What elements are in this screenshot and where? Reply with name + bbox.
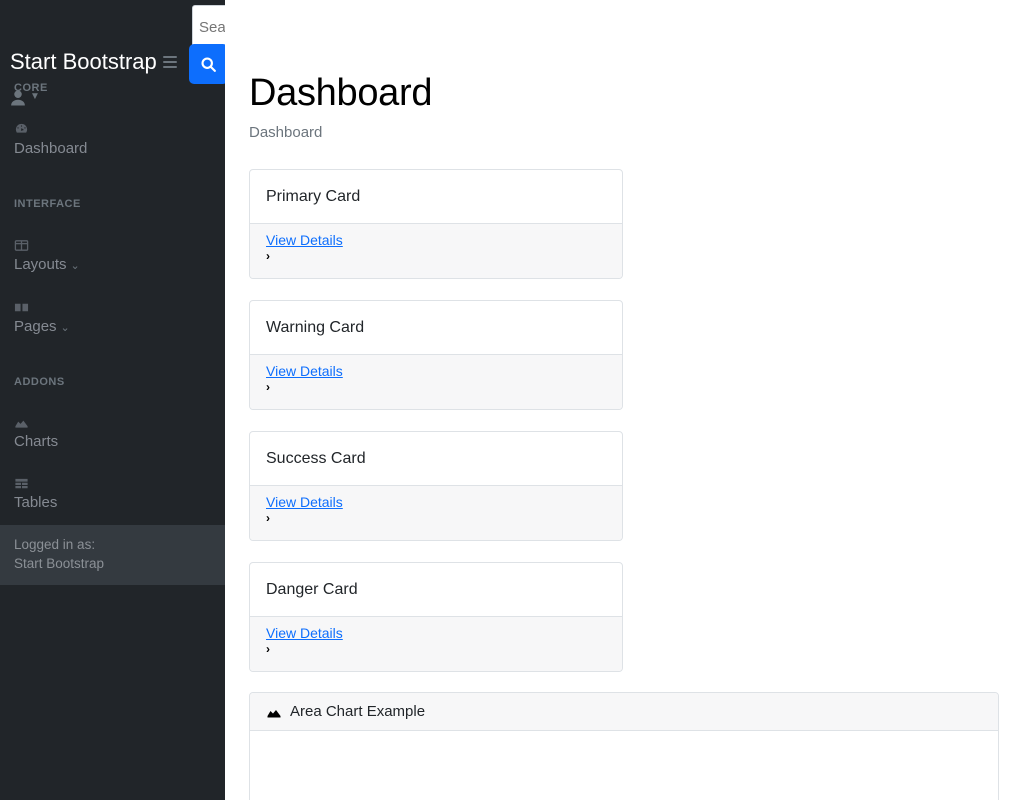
breadcrumb: Dashboard xyxy=(249,124,322,141)
chevron-down-icon: ⌄ xyxy=(61,319,70,337)
sidebar: Start Bootstrap ▼ Core Dashboard Interfa… xyxy=(0,0,225,800)
card-body: Primary Card xyxy=(250,170,622,223)
hamburger-bar xyxy=(163,61,177,63)
chart-area-icon xyxy=(14,415,214,431)
search-icon xyxy=(200,56,217,73)
area-chart-card-title: Area Chart Example xyxy=(290,703,425,720)
chevron-right-icon[interactable]: › xyxy=(266,248,606,265)
card-title: Warning Card xyxy=(266,317,606,338)
book-open-icon xyxy=(14,300,214,316)
sidebar-item-label: Dashboard xyxy=(14,140,87,157)
card-body: Danger Card xyxy=(250,563,622,616)
card-title: Success Card xyxy=(266,448,606,469)
card-warning: Warning Card View Details › xyxy=(249,300,623,410)
sidebar-item-charts[interactable]: Charts xyxy=(14,415,214,451)
chart-area-icon xyxy=(266,704,282,720)
sidebar-item-tables[interactable]: Tables xyxy=(14,476,214,512)
area-chart-card-body xyxy=(250,731,998,800)
logged-in-label: Logged in as: xyxy=(14,535,211,554)
card-footer: View Details › xyxy=(250,354,622,409)
page-title: Dashboard xyxy=(249,72,432,115)
chevron-right-icon[interactable]: › xyxy=(266,379,606,396)
hamburger-bar xyxy=(163,56,177,58)
sidebar-footer: Logged in as: Start Bootstrap xyxy=(0,525,225,585)
hamburger-icon[interactable] xyxy=(163,56,177,70)
hamburger-bar xyxy=(163,66,177,68)
card-title: Danger Card xyxy=(266,579,606,600)
table-icon xyxy=(14,476,214,492)
sidebar-item-layouts[interactable]: Layouts⌄ xyxy=(14,238,214,275)
columns-icon xyxy=(14,238,214,254)
chevron-down-icon: ⌄ xyxy=(71,257,80,275)
card-title: Primary Card xyxy=(266,186,606,207)
main-content: Dashboard Dashboard Primary Card View De… xyxy=(225,0,1024,800)
card-footer: View Details › xyxy=(250,223,622,278)
view-details-link[interactable]: View Details xyxy=(266,625,606,641)
card-primary: Primary Card View Details › xyxy=(249,169,623,279)
card-footer: View Details › xyxy=(250,616,622,671)
card-footer: View Details › xyxy=(250,485,622,540)
card-body: Warning Card xyxy=(250,301,622,354)
card-danger: Danger Card View Details › xyxy=(249,562,623,672)
view-details-link[interactable]: View Details xyxy=(266,363,606,379)
sidebar-heading-core: Core xyxy=(14,82,48,94)
sidebar-item-pages[interactable]: Pages⌄ xyxy=(14,300,214,337)
sidebar-item-label: Charts xyxy=(14,433,58,450)
search-button[interactable] xyxy=(189,44,228,84)
sidebar-heading-interface: Interface xyxy=(14,198,81,210)
sidebar-item-label: Tables xyxy=(14,494,57,511)
chevron-right-icon[interactable]: › xyxy=(266,641,606,658)
sidebar-heading-addons: Addons xyxy=(14,376,65,388)
sidebar-item-label: Pages xyxy=(14,318,57,335)
view-details-link[interactable]: View Details xyxy=(266,494,606,510)
sidebar-item-label: Layouts xyxy=(14,256,67,273)
tachometer-icon xyxy=(14,122,214,138)
dashboard-page: Start Bootstrap ▼ Core Dashboard Interfa… xyxy=(0,0,1024,800)
area-chart-card-header: Area Chart Example xyxy=(250,693,998,731)
logged-in-username: Start Bootstrap xyxy=(14,554,211,573)
chevron-right-icon[interactable]: › xyxy=(266,510,606,527)
card-body: Success Card xyxy=(250,432,622,485)
view-details-link[interactable]: View Details xyxy=(266,232,606,248)
card-success: Success Card View Details › xyxy=(249,431,623,541)
sidebar-item-dashboard[interactable]: Dashboard xyxy=(14,122,214,158)
area-chart-card: Area Chart Example xyxy=(249,692,999,800)
